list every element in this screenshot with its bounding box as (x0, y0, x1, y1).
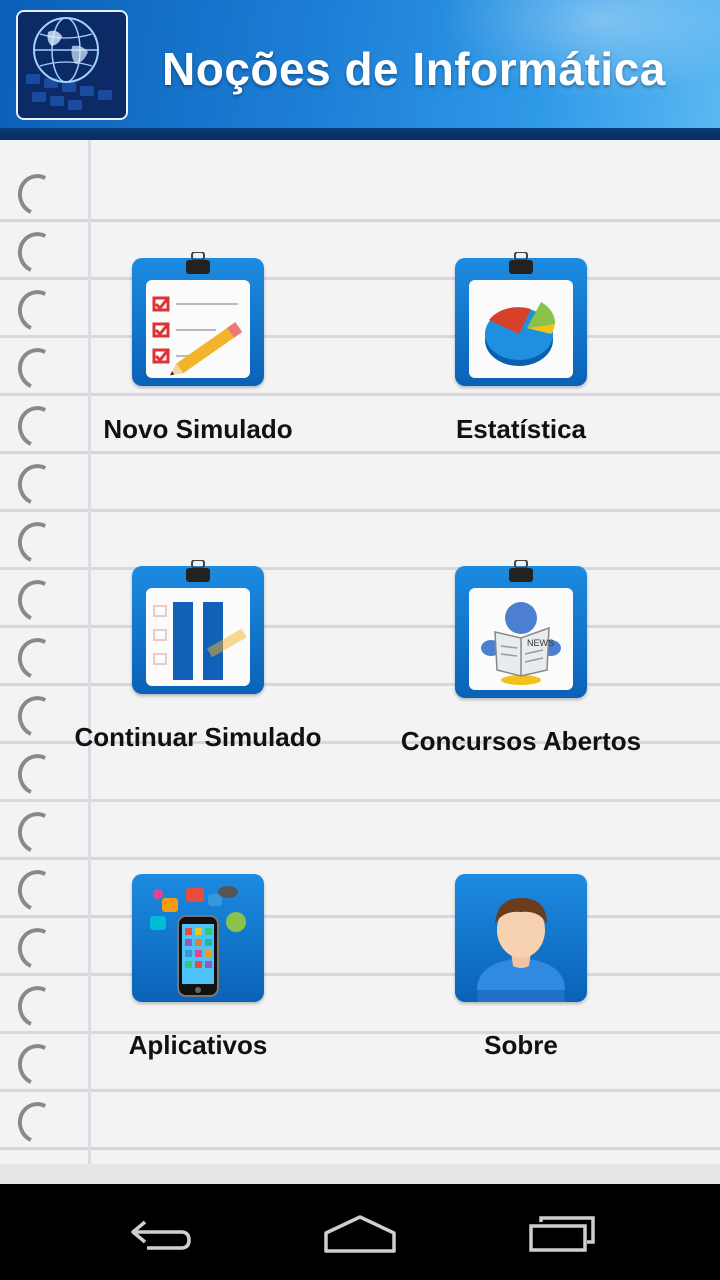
header-bottom-band (0, 128, 720, 140)
menu-item-continuar-simulado[interactable]: Continuar Simulado (38, 560, 358, 753)
menu-label-novo-simulado: Novo Simulado (103, 414, 293, 444)
binder-ring (12, 748, 64, 802)
home-button[interactable] (300, 1208, 420, 1260)
menu-label-concursos-abertos: Concursos Abertos (400, 726, 642, 756)
home-icon (324, 1215, 396, 1253)
paper-bottom-strip (0, 1164, 720, 1184)
globe-keyboard-icon (18, 12, 126, 118)
menu-item-aplicativos[interactable]: Aplicativos (38, 874, 358, 1061)
menu-item-estatistica[interactable]: Estatística (361, 252, 681, 445)
app-title: Noções de Informática (162, 43, 666, 95)
menu-item-sobre[interactable]: Sobre (361, 874, 681, 1061)
back-button[interactable] (100, 1208, 220, 1260)
menu-label-sobre: Sobre (484, 1030, 558, 1060)
pie-chart-clipboard-icon (455, 252, 587, 386)
menu-label-continuar-simulado: Continuar Simulado (74, 722, 322, 752)
binder-ring (12, 168, 64, 222)
newspaper-reader-icon: NEWS (455, 560, 587, 698)
binder-ring (12, 458, 64, 512)
menu-label-aplicativos: Aplicativos (128, 1030, 268, 1060)
app-header: Noções de Informática (0, 0, 720, 140)
user-avatar-icon (455, 874, 587, 1002)
binder-ring (12, 1096, 64, 1150)
back-icon (131, 1220, 191, 1250)
binder-ring (12, 516, 64, 570)
recents-icon (529, 1216, 595, 1252)
app-logo (16, 10, 128, 120)
menu-item-novo-simulado[interactable]: Novo Simulado (38, 252, 358, 445)
menu-item-concursos-abertos[interactable]: NEWS Concursos Abertos (361, 560, 681, 757)
binder-ring (12, 806, 64, 860)
svg-text:NEWS: NEWS (527, 638, 554, 648)
smartphone-apps-icon (132, 874, 264, 1002)
system-navigation-bar (0, 1184, 720, 1280)
checklist-clipboard-icon (132, 252, 264, 386)
recents-button[interactable] (502, 1208, 622, 1260)
menu-label-estatistica: Estatística (455, 414, 587, 444)
pause-clipboard-icon (132, 560, 264, 694)
